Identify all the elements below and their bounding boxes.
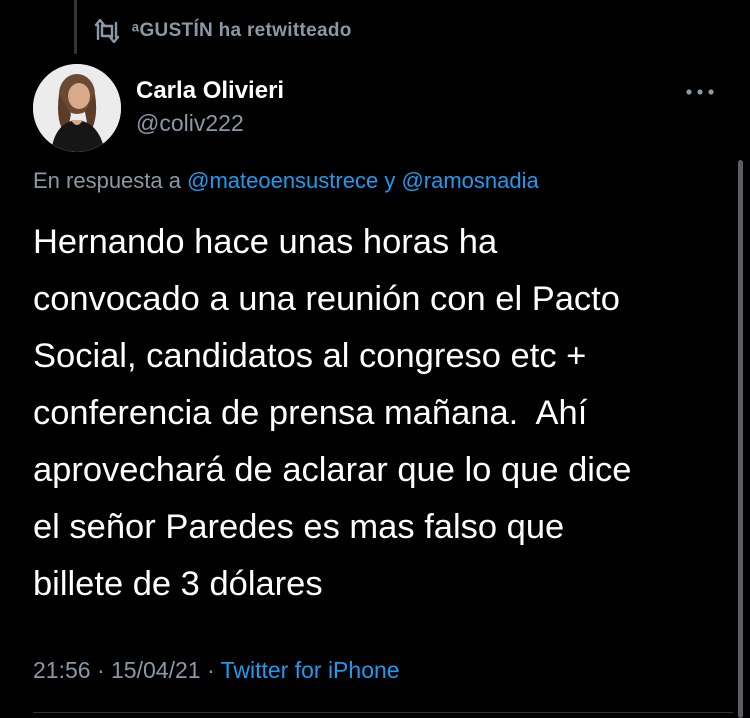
tweet-text-line: aprovechará de aclarar que lo que dice [33,451,632,489]
tweet-text: Hernando hace unas horas ha convocado a … [33,214,723,613]
reply-connector: y [384,168,396,193]
tweet-date[interactable]: 15/04/21 [111,657,201,683]
reply-mention-mateoensustrece[interactable]: @mateoensustrece [187,168,378,193]
tweet-detail-view: ᵃGUSTÍN ha retwitteado Carla Olivieri @c… [0,0,750,718]
tweet-text-line: conferencia de prensa mañana. Ahí [33,394,588,432]
more-options-icon[interactable] [684,82,716,102]
tweet-text-line: el señor Paredes es mas falso que [33,508,565,546]
retweet-context[interactable]: ᵃGUSTÍN ha retwitteado [92,16,352,46]
tweet-source-link[interactable]: Twitter for iPhone [221,657,400,683]
tweet-text-line: billete de 3 dólares [33,565,323,603]
author-handle[interactable]: @coliv222 [136,110,244,137]
tweet-time[interactable]: 21:56 [33,657,91,683]
tweet-text-line: Social, candidatos al congreso etc + [33,337,587,375]
author-name[interactable]: Carla Olivieri [136,77,284,105]
reply-context: En respuesta a @mateoensustrece y @ramos… [33,168,539,194]
tweet-text-line: Hernando hace unas horas ha [33,223,498,261]
tweet-metadata: 21:56 · 15/04/21 · Twitter for iPhone [33,657,400,684]
retweet-label: ᵃGUSTÍN ha retwitteado [132,20,352,41]
retweet-icon [92,18,122,44]
avatar-image [33,64,121,152]
scrollbar[interactable] [738,160,743,718]
divider [33,712,733,713]
thread-connector-line [74,0,77,54]
meta-separator: · [206,657,215,683]
reply-mention-ramosnadia[interactable]: @ramosnadia [401,168,538,193]
meta-separator: · [96,657,105,683]
reply-prefix: En respuesta a [33,168,181,193]
tweet-text-line: convocado a una reunión con el Pacto [33,280,620,318]
avatar[interactable] [33,64,121,152]
